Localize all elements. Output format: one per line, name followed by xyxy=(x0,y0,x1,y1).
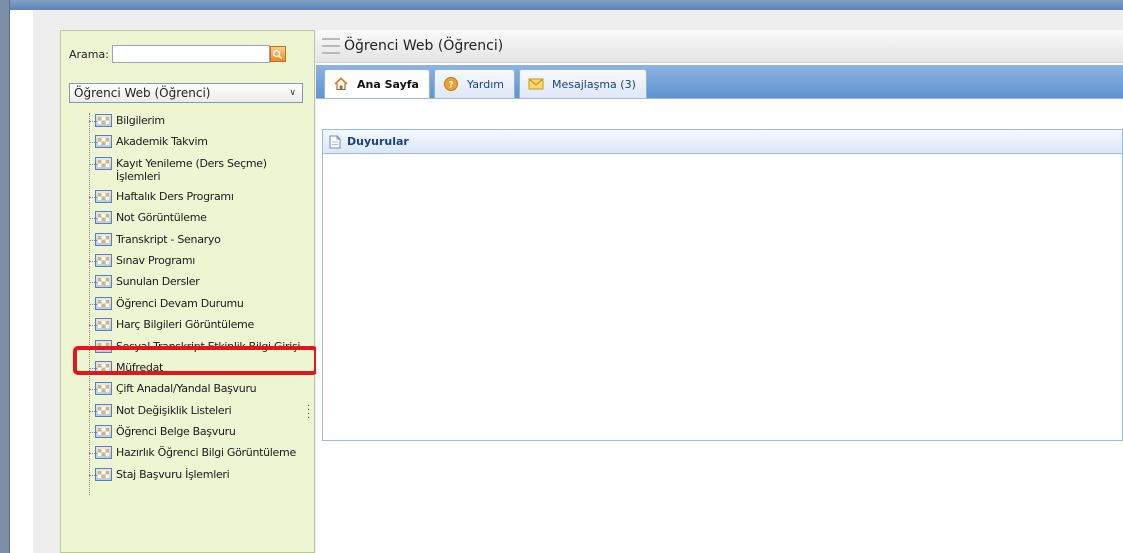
tab-mesajlasma[interactable]: Mesajlaşma (3) xyxy=(519,69,647,98)
menu-item-label: Harç Bilgileri Görüntüleme xyxy=(116,318,254,332)
grid-icon xyxy=(95,403,112,417)
panel-header[interactable]: Duyurular xyxy=(323,130,1122,154)
tab-ana-sayfa[interactable]: Ana Sayfa xyxy=(324,69,430,98)
grid-icon xyxy=(95,189,112,203)
window-left-frame xyxy=(0,0,10,553)
content-area: Duyurular xyxy=(316,98,1123,553)
menu-item-label: Akademik Takvim xyxy=(116,135,208,149)
module-select-value: Öğrenci Web (Öğrenci) xyxy=(74,86,211,100)
tab-label: Yardım xyxy=(466,77,505,91)
menu-item-label: Sınav Programı xyxy=(116,253,196,267)
menu-item-haftalik-ders-programi[interactable]: Haftalık Ders Programı xyxy=(81,189,313,210)
grid-icon xyxy=(95,275,112,289)
svg-text:?: ? xyxy=(448,81,453,91)
menu-item-label: Staj Başvuru İşlemleri xyxy=(116,467,230,481)
menu-item-akademik-takvim[interactable]: Akademik Takvim xyxy=(81,134,313,155)
window-top-strip xyxy=(10,0,1123,10)
magnifier-icon xyxy=(273,49,283,59)
menu-item-sunulan-dersler[interactable]: Sunulan Dersler xyxy=(81,274,313,295)
menu-item-ogrenci-belge[interactable]: Öğrenci Belge Başvuru xyxy=(81,424,313,445)
sidebar: Arama: Öğrenci Web (Öğrenci) ∨ Bilgileri… xyxy=(60,30,315,553)
menu-tree: Bilgilerim Akademik Takvim Kayıt Yenilem… xyxy=(81,113,313,495)
menu-item-label: Haftalık Ders Programı xyxy=(116,189,234,203)
search-row: Arama: xyxy=(69,45,286,63)
panel-title: Duyurular xyxy=(347,135,409,148)
menu-item-hazirlik-ogrenci[interactable]: Hazırlık Öğrenci Bilgi Görüntüleme xyxy=(81,445,313,466)
menu-item-harc-bilgileri[interactable]: Harç Bilgileri Görüntüleme xyxy=(81,317,313,338)
grid-icon xyxy=(95,114,112,127)
tab-yardim[interactable]: ? Yardım xyxy=(433,69,516,98)
grid-icon xyxy=(95,339,112,353)
menu-item-bilgilerim[interactable]: Bilgilerim xyxy=(81,113,313,134)
menu-item-label: Müfredat xyxy=(116,360,164,374)
tab-bar: Ana Sayfa ? Yardım Mesajlaşma (3) xyxy=(316,65,1123,98)
tab-label: Ana Sayfa xyxy=(357,77,419,91)
menu-item-transkript-senaryo[interactable]: Transkript - Senaryo xyxy=(81,232,313,253)
menu-item-not-degisiklik[interactable]: Not Değişiklik Listeleri xyxy=(81,403,313,424)
grid-icon xyxy=(95,318,112,332)
search-label: Arama: xyxy=(69,47,109,61)
envelope-icon xyxy=(528,76,544,92)
menu-item-label: Çift Anadal/Yandal Başvuru xyxy=(116,382,257,396)
grid-icon xyxy=(95,135,112,149)
grid-icon xyxy=(95,425,112,439)
page-title: Öğrenci Web (Öğrenci) xyxy=(344,38,504,54)
menu-item-label: Sunulan Dersler xyxy=(116,275,200,289)
menu-item-label: Not Görüntüleme xyxy=(116,211,207,225)
menu-item-label: Not Değişiklik Listeleri xyxy=(116,403,232,417)
tab-label: Mesajlaşma (3) xyxy=(552,77,636,91)
menu-item-sosyal-transkript[interactable]: Sosyal Transkript Etkinlik Bilgi Girişi xyxy=(81,339,313,360)
menu-item-label: Sosyal Transkript Etkinlik Bilgi Girişi xyxy=(116,339,301,353)
menu-item-label: Bilgilerim xyxy=(116,114,165,127)
grid-icon xyxy=(95,253,112,267)
grid-icon xyxy=(95,211,112,225)
search-input[interactable] xyxy=(111,45,270,63)
home-icon xyxy=(333,76,349,92)
grid-icon xyxy=(95,382,112,396)
grid-icon xyxy=(95,296,112,310)
menu-item-label: Öğrenci Belge Başvuru xyxy=(116,425,236,439)
menu-item-staj-basvuru[interactable]: Staj Başvuru İşlemleri xyxy=(81,467,313,488)
menu-item-label: Transkript - Senaryo xyxy=(116,232,221,246)
chevron-down-icon: ∨ xyxy=(289,88,296,98)
announcements-panel: Duyurular xyxy=(322,129,1123,441)
splitter-handle[interactable]: · · · · xyxy=(307,402,311,424)
module-select[interactable]: Öğrenci Web (Öğrenci) ∨ xyxy=(69,83,303,103)
menu-item-mufredat[interactable]: Müfredat xyxy=(81,360,313,381)
grid-icon xyxy=(95,156,112,170)
document-icon xyxy=(329,135,341,148)
title-bar: Öğrenci Web (Öğrenci) xyxy=(316,30,1123,63)
grid-icon xyxy=(95,446,112,460)
menu-item-ogrenci-devam-durumu[interactable]: Öğrenci Devam Durumu xyxy=(81,296,313,317)
menu-item-not-goruntuleme[interactable]: Not Görüntüleme xyxy=(81,210,313,231)
menu-item-kayit-yenileme[interactable]: Kayıt Yenileme (Ders Seçme) İşlemleri xyxy=(81,156,313,189)
help-icon: ? xyxy=(443,76,459,92)
grid-icon xyxy=(95,232,112,246)
main-area: Öğrenci Web (Öğrenci) Ana Sayfa ? Yardım xyxy=(316,30,1123,553)
menu-item-label: Öğrenci Devam Durumu xyxy=(116,296,244,310)
menu-item-sinav-programi[interactable]: Sınav Programı xyxy=(81,253,313,274)
menu-item-label: Hazırlık Öğrenci Bilgi Görüntüleme xyxy=(116,446,296,460)
menu-icon[interactable] xyxy=(322,38,340,54)
search-button[interactable] xyxy=(269,46,286,62)
grid-icon xyxy=(95,360,112,374)
menu-item-label: Kayıt Yenileme (Ders Seçme) İşlemleri xyxy=(116,156,267,183)
menu-item-cift-anadal[interactable]: Çift Anadal/Yandal Başvuru xyxy=(81,381,313,402)
grid-icon xyxy=(95,467,112,481)
